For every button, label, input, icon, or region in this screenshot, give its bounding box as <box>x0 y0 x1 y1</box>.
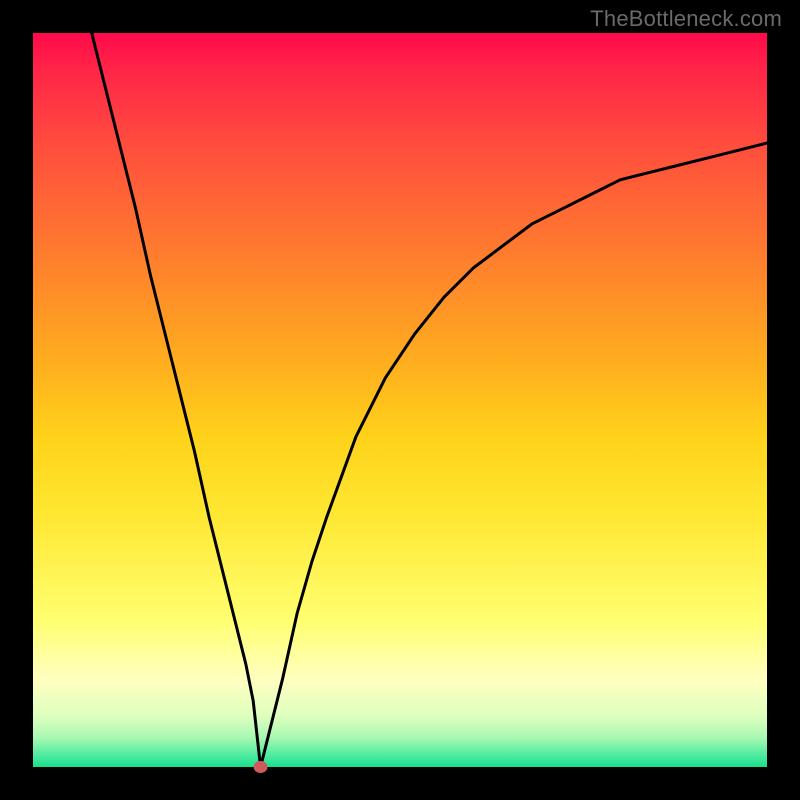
plot-background <box>33 33 767 767</box>
minimum-marker-icon <box>254 761 268 773</box>
watermark-text: TheBottleneck.com <box>590 6 782 32</box>
chart-root: TheBottleneck.com <box>0 0 800 800</box>
chart-svg <box>0 0 800 800</box>
